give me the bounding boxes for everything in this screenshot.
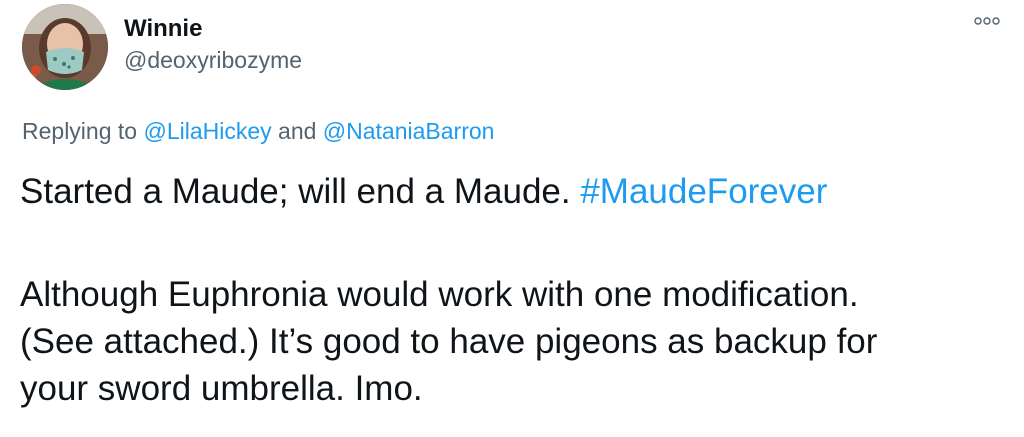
replying-to-label: Replying to [22, 118, 144, 144]
avatar-image [22, 4, 108, 90]
tweet-line-1-text: Started a Maude; will end a Maude. [20, 172, 581, 211]
mention-link-nataniabarron[interactable]: @NataniaBarron [323, 118, 495, 144]
author-names: Winnie @deoxyribozyme [124, 14, 302, 76]
hashtag-link[interactable]: #MaudeForever [580, 172, 827, 211]
tweet-line-1: Started a Maude; will end a Maude. #Maud… [20, 168, 1002, 215]
tweet-line-2: Although Euphronia would work with one m… [20, 275, 859, 314]
user-handle[interactable]: @deoxyribozyme [124, 44, 302, 76]
replying-to: Replying to @LilaHickey and @NataniaBarr… [22, 116, 494, 146]
tweet-card: Winnie @deoxyribozyme Replying to @LilaH… [0, 0, 1024, 437]
replying-joiner: and [271, 118, 323, 144]
more-options-icon[interactable] [974, 14, 1000, 28]
mention-link-lilahickey[interactable]: @LilaHickey [143, 118, 271, 144]
tweet-line-4: your sword umbrella. Imo. [20, 369, 423, 408]
tweet-line-3: (See attached.) It’s good to have pigeon… [20, 322, 878, 361]
tweet-header: Winnie @deoxyribozyme [22, 4, 1002, 90]
display-name[interactable]: Winnie [124, 14, 302, 44]
avatar[interactable] [22, 4, 108, 90]
tweet-text: Started a Maude; will end a Maude. #Maud… [20, 168, 1002, 412]
